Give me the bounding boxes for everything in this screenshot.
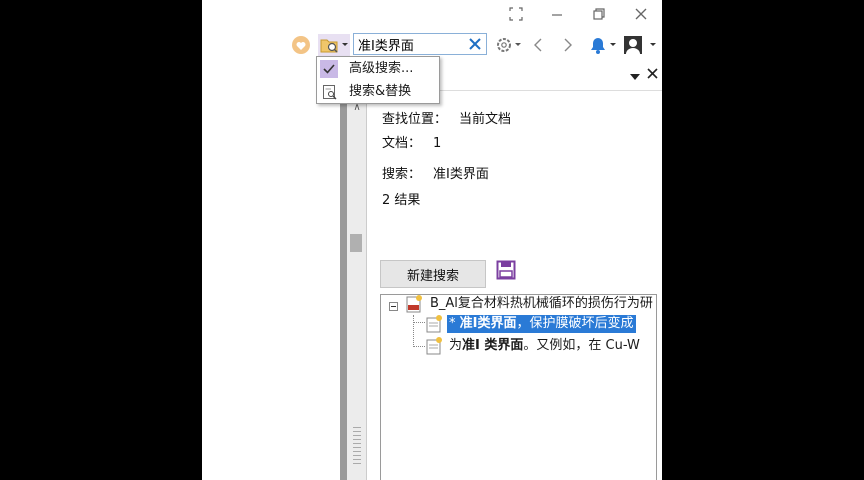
menu-item-label: 搜索&替换 bbox=[349, 84, 412, 99]
tree-line bbox=[413, 315, 414, 347]
result-prefix: * bbox=[449, 316, 460, 331]
notification-bell-icon[interactable] bbox=[586, 34, 620, 56]
minimize-button[interactable] bbox=[548, 6, 566, 24]
result-context: 。又例如，在 Cu-W bbox=[523, 338, 640, 353]
user-account-icon[interactable] bbox=[622, 34, 658, 56]
result-match: 准I类界面 bbox=[459, 316, 517, 331]
scroll-thumb[interactable] bbox=[350, 234, 362, 252]
result-context: ，保护膜破坏后变成 bbox=[516, 316, 634, 331]
docs-value: 1 bbox=[433, 136, 442, 151]
tree-line bbox=[413, 346, 425, 347]
next-result-icon[interactable] bbox=[560, 34, 576, 56]
result-match: 准I 类界面 bbox=[462, 338, 524, 353]
result-page-icon bbox=[426, 315, 442, 333]
checkmark-icon bbox=[320, 60, 338, 78]
panel-splitter[interactable] bbox=[340, 92, 347, 480]
result-document-title: B_Al复合材料热机械循环的损伤行为研 bbox=[430, 296, 653, 311]
search-panel: 查找位置： 当前文档 文档： 1 搜索： 准I类界面 2 结果 新建搜索 B_Al复合… bbox=[368, 92, 662, 480]
tree-line bbox=[413, 322, 425, 323]
restore-button[interactable] bbox=[590, 6, 608, 24]
menu-item-advanced-search[interactable]: 高级搜索... bbox=[317, 58, 439, 80]
search-term: 搜索： 准I类界面 bbox=[382, 163, 489, 182]
selected-result-text: * 准I类界面，保护膜破坏后变成 bbox=[447, 315, 636, 333]
docs-label: 文档： bbox=[382, 136, 422, 151]
result-prefix: 为 bbox=[449, 338, 463, 353]
previous-result-icon[interactable] bbox=[530, 34, 546, 56]
save-results-icon[interactable] bbox=[496, 260, 516, 280]
document-view bbox=[202, 92, 340, 480]
favorite-icon[interactable] bbox=[290, 34, 312, 56]
fullscreen-icon[interactable] bbox=[507, 6, 525, 24]
scroll-grip[interactable] bbox=[353, 427, 361, 467]
menu-item-search-replace[interactable]: 搜索&替换 bbox=[317, 81, 439, 103]
search-input-box[interactable] bbox=[353, 33, 487, 55]
results-count: 2 结果 bbox=[382, 193, 421, 208]
search-term-value: 准I类界面 bbox=[433, 167, 489, 182]
settings-gear-icon[interactable] bbox=[494, 34, 526, 56]
search-options-icon[interactable] bbox=[318, 34, 350, 56]
close-button[interactable] bbox=[632, 6, 650, 24]
search-replace-icon bbox=[322, 84, 338, 100]
menu-item-label: 高级搜索... bbox=[349, 61, 414, 76]
search-input[interactable] bbox=[354, 34, 474, 54]
location-label: 查找位置： bbox=[382, 112, 448, 127]
results-tree[interactable]: B_Al复合材料热机械循环的损伤行为研 * 准I类界面，保护膜破坏后变成 为准I… bbox=[380, 294, 657, 480]
panel-menu-icon[interactable] bbox=[630, 70, 640, 85]
new-search-button[interactable]: 新建搜索 bbox=[380, 260, 486, 288]
document-count: 文档： 1 bbox=[382, 132, 441, 151]
title-bar bbox=[202, 0, 662, 30]
panel-close-icon[interactable] bbox=[647, 68, 658, 83]
pdf-file-icon bbox=[406, 295, 422, 313]
search-term-label: 搜索： bbox=[382, 167, 422, 182]
result-page-icon bbox=[426, 337, 442, 355]
location-value: 当前文档 bbox=[459, 112, 512, 127]
search-options-menu: 高级搜索... 搜索&替换 bbox=[316, 56, 440, 104]
result-text: 为准I 类界面。又例如，在 Cu-W bbox=[449, 337, 640, 355]
search-location: 查找位置： 当前文档 bbox=[382, 108, 511, 127]
panel-scrollbar[interactable]: ∧ bbox=[347, 92, 367, 480]
clear-search-icon[interactable] bbox=[466, 35, 484, 53]
collapse-toggle-icon[interactable] bbox=[389, 302, 398, 311]
